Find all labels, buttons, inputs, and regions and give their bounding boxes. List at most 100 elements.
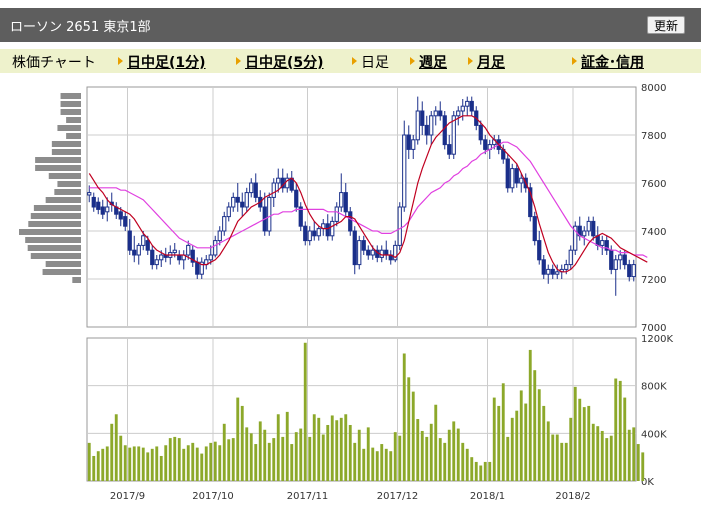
candle-body — [384, 249, 389, 256]
candle-body — [172, 249, 177, 254]
candle-body — [303, 225, 308, 242]
volume-bar — [141, 447, 145, 481]
volume-bar — [348, 424, 352, 481]
volume-bar — [227, 439, 231, 481]
x-tick-label: 2018/2 — [555, 491, 590, 502]
volume-bar — [537, 389, 541, 481]
volume-bar — [92, 455, 96, 481]
candle-body — [235, 196, 240, 203]
volume-bar — [137, 446, 141, 481]
candle-body — [325, 223, 330, 237]
volume-bar — [87, 442, 91, 481]
volume-bar — [578, 398, 582, 481]
candle-body — [213, 240, 218, 256]
volume-bar — [425, 436, 429, 481]
volume-bar — [213, 441, 217, 481]
candle-body — [447, 144, 452, 155]
candle-body — [591, 220, 596, 237]
candle-body — [532, 216, 537, 242]
candle-body — [586, 220, 591, 232]
price-tick-label: 7800 — [641, 131, 666, 142]
volume-bar — [411, 391, 415, 481]
candle-body — [222, 216, 227, 232]
volume-profile-bar — [72, 277, 81, 283]
candle-body — [514, 168, 519, 184]
volume-bar — [641, 452, 645, 481]
volume-bar — [294, 432, 298, 481]
volume-bar — [267, 442, 271, 481]
volume-bar — [443, 442, 447, 481]
volume-bar — [438, 438, 442, 481]
stock-chart: 8000780076007400720070001200K800K400K0K2… — [19, 83, 673, 502]
volume-profile-bar — [42, 269, 81, 275]
candle-body — [631, 264, 636, 278]
candle-body — [141, 235, 146, 246]
volume-bar — [519, 390, 523, 481]
candle-body — [352, 230, 357, 266]
volume-bar — [114, 414, 118, 481]
candle-body — [568, 249, 573, 266]
volume-profile-bar — [30, 253, 82, 259]
candle-body — [411, 139, 416, 150]
candle-body — [406, 134, 411, 150]
candle-body — [469, 100, 474, 112]
volume-bar — [204, 446, 208, 481]
volume-bar — [416, 419, 420, 481]
volume-bar — [488, 461, 492, 481]
candle-body — [505, 158, 510, 189]
candle-body — [136, 244, 141, 256]
volume-bar — [582, 407, 586, 481]
x-tick-label: 2017/10 — [192, 491, 234, 502]
candle-body — [510, 168, 515, 189]
volume-bar — [290, 444, 294, 481]
volume-bar — [542, 405, 546, 481]
volume-bar — [281, 436, 285, 481]
x-tick-label: 2017/11 — [287, 491, 329, 502]
volume-bar — [240, 405, 244, 481]
candle-body — [483, 139, 488, 150]
candle-body — [231, 196, 236, 208]
volume-bar — [632, 427, 636, 481]
x-tick-label: 2017/9 — [110, 491, 145, 502]
volume-profile-bar — [25, 237, 81, 243]
volume-bar — [317, 417, 321, 481]
volume-bar — [420, 430, 424, 481]
volume-bar — [470, 457, 474, 481]
volume-bar — [105, 446, 109, 481]
candle-body — [159, 254, 164, 261]
candle-body — [402, 134, 407, 208]
candle-body — [564, 264, 569, 270]
volume-bar — [195, 447, 199, 481]
volume-bar — [132, 446, 136, 481]
volume-bar — [209, 442, 213, 481]
candle-body — [105, 206, 110, 213]
volume-bar — [339, 417, 343, 481]
candle-body — [420, 110, 425, 126]
volume-bar — [164, 445, 168, 481]
candle-body — [271, 182, 276, 198]
volume-tick-label: 400K — [641, 429, 667, 440]
candle-body — [123, 216, 128, 227]
volume-bar — [263, 429, 267, 481]
volume-bar — [609, 435, 613, 481]
candle-body — [226, 206, 231, 218]
candle-body — [370, 249, 375, 256]
candle-body — [127, 230, 132, 251]
candle-body — [118, 211, 123, 220]
volume-profile-bar — [60, 93, 81, 99]
volume-bar — [524, 403, 528, 481]
candle-body — [330, 220, 335, 237]
volume-tick-label: 1200K — [641, 334, 673, 345]
volume-bar — [528, 349, 532, 481]
candle-body — [208, 254, 213, 261]
volume-bar — [456, 428, 460, 481]
candle-body — [240, 201, 245, 208]
volume-profile-bar — [51, 141, 81, 147]
volume-bar — [434, 404, 438, 481]
candle-body — [582, 230, 587, 237]
volume-bar — [501, 383, 505, 481]
volume-bar — [560, 442, 564, 481]
volume-profile-bar — [45, 261, 81, 267]
volume-bar — [393, 432, 397, 481]
candle-body — [343, 192, 348, 213]
